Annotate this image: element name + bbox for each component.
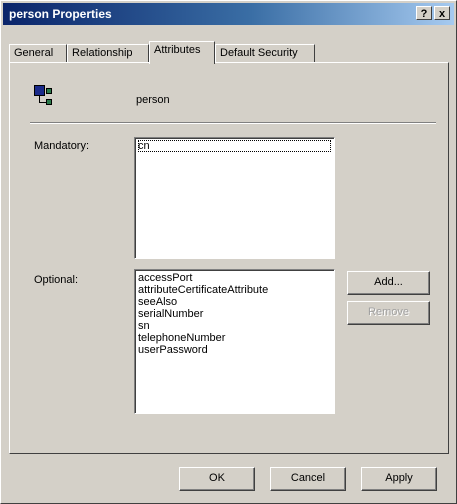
tab-default-security[interactable]: Default Security bbox=[215, 44, 315, 63]
mandatory-label: Mandatory: bbox=[34, 140, 90, 152]
list-item[interactable]: seeAlso bbox=[138, 296, 331, 308]
list-item[interactable]: sn bbox=[138, 320, 331, 332]
class-object-icon bbox=[34, 85, 56, 109]
list-item[interactable]: serialNumber bbox=[138, 308, 331, 320]
tab-general[interactable]: General bbox=[9, 44, 67, 63]
attributes-panel: person Mandatory: cn Optional: accessPor… bbox=[9, 62, 449, 454]
cancel-button[interactable]: Cancel bbox=[270, 467, 346, 491]
tab-attributes[interactable]: Attributes bbox=[149, 41, 215, 64]
optional-list[interactable]: accessPort attributeCertificateAttribute… bbox=[134, 269, 335, 414]
window-title: person Properties bbox=[9, 7, 112, 21]
title-bar[interactable]: person Properties ? x bbox=[3, 3, 454, 25]
list-item[interactable]: cn bbox=[138, 140, 331, 152]
separator bbox=[30, 122, 436, 124]
list-item[interactable]: telephoneNumber bbox=[138, 332, 331, 344]
list-item[interactable]: accessPort bbox=[138, 272, 331, 284]
class-name: person bbox=[136, 94, 170, 106]
remove-button[interactable]: Remove bbox=[347, 301, 430, 325]
close-icon[interactable]: x bbox=[434, 6, 450, 20]
help-icon[interactable]: ? bbox=[416, 6, 432, 20]
tab-relationship[interactable]: Relationship bbox=[67, 44, 149, 63]
list-item[interactable]: userPassword bbox=[138, 344, 331, 356]
mandatory-list[interactable]: cn bbox=[134, 137, 335, 259]
add-button[interactable]: Add... bbox=[347, 271, 430, 295]
optional-label: Optional: bbox=[34, 274, 79, 286]
properties-window: person Properties ? x General Relationsh… bbox=[0, 0, 457, 504]
list-item[interactable]: attributeCertificateAttribute bbox=[138, 284, 331, 296]
ok-button[interactable]: OK bbox=[179, 467, 255, 491]
apply-button[interactable]: Apply bbox=[361, 467, 437, 491]
